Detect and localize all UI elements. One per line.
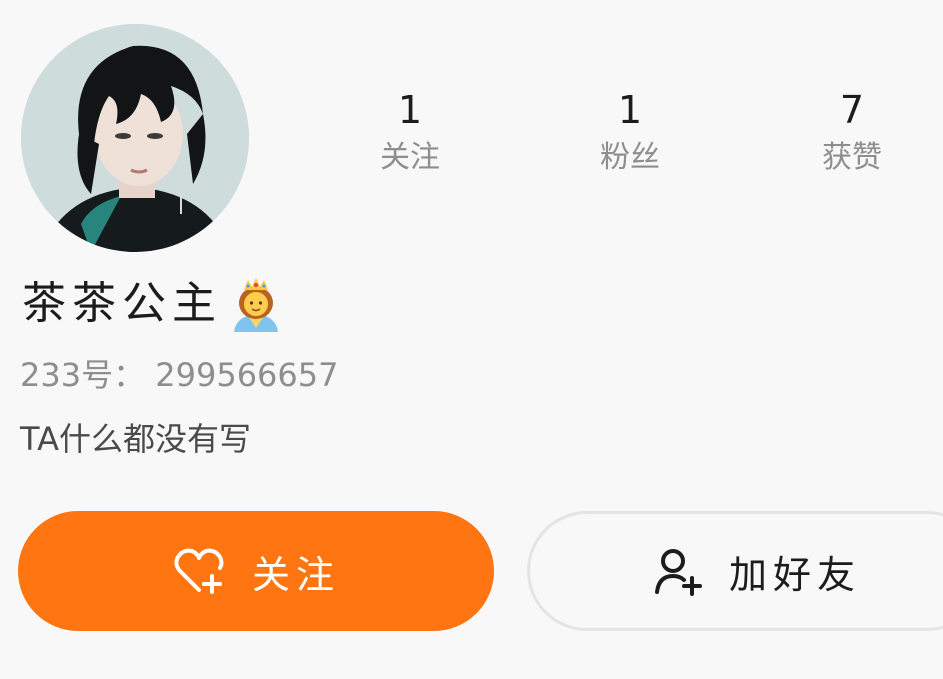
user-id: 233号： 299566657 [20, 356, 339, 394]
stat-following[interactable]: 1 关注 [330, 88, 490, 178]
add-friend-button-label: 加好友 [728, 552, 861, 597]
stat-likes[interactable]: 7 获赞 [772, 88, 932, 178]
profile-name: 茶茶公主 [22, 278, 222, 329]
stat-following-label: 关注 [380, 140, 440, 175]
stat-fans[interactable]: 1 粉丝 [550, 88, 710, 178]
stat-fans-count: 1 [617, 88, 643, 132]
user-plus-icon [654, 549, 702, 596]
avatar-image [21, 24, 249, 252]
stat-likes-label: 获赞 [822, 140, 882, 175]
stat-fans-label: 粉丝 [600, 140, 660, 175]
add-friend-button[interactable]: 加好友 [527, 511, 943, 631]
stat-following-count: 1 [397, 88, 423, 132]
profile-name-row: 茶茶公主 [22, 276, 284, 332]
user-bio: TA什么都没有写 [20, 420, 251, 458]
follow-button[interactable]: 关注 [18, 511, 494, 631]
princess-emoji-icon [234, 278, 278, 332]
stat-likes-count: 7 [839, 88, 865, 132]
follow-button-label: 关注 [251, 552, 340, 597]
heart-plus-icon [174, 548, 224, 594]
avatar[interactable] [21, 24, 249, 252]
